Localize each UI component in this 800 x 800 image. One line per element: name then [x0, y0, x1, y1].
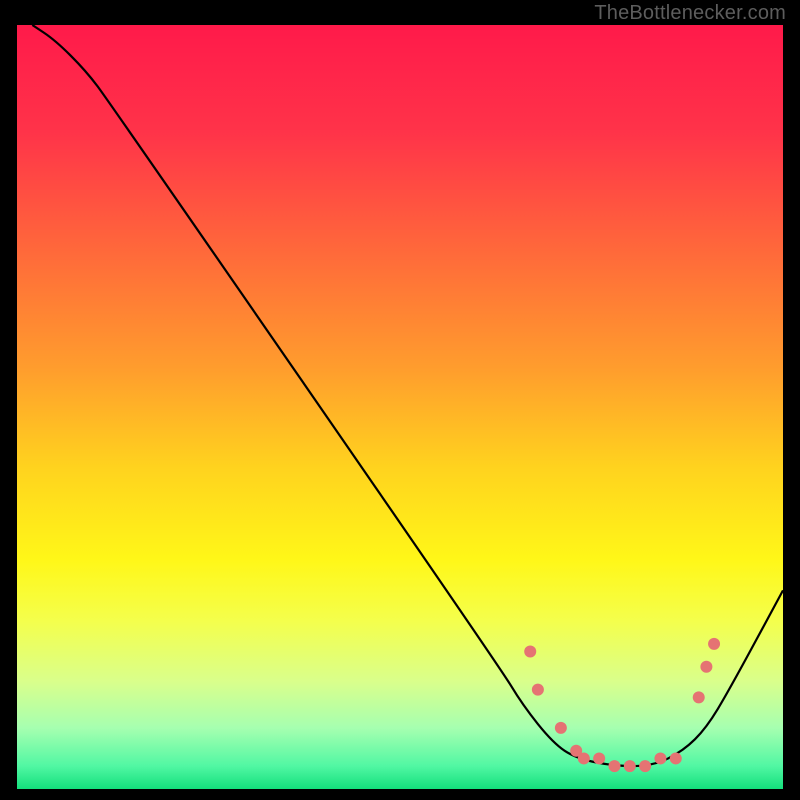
plot-area: [17, 25, 783, 789]
highlight-dot: [654, 752, 666, 764]
highlight-dot: [670, 752, 682, 764]
highlight-dot: [555, 722, 567, 734]
highlight-dot: [700, 661, 712, 673]
highlight-dot: [608, 760, 620, 772]
highlight-dot: [693, 691, 705, 703]
highlight-dot: [578, 752, 590, 764]
highlight-dot: [524, 645, 536, 657]
highlight-dot: [593, 752, 605, 764]
highlight-dot: [624, 760, 636, 772]
bottleneck-curve: [32, 25, 783, 766]
chart-frame: TheBottlenecker.com: [0, 0, 800, 800]
curve-layer: [17, 25, 783, 789]
highlight-dot: [639, 760, 651, 772]
highlight-dots: [524, 638, 720, 772]
highlight-dot: [532, 684, 544, 696]
highlight-dot: [708, 638, 720, 650]
